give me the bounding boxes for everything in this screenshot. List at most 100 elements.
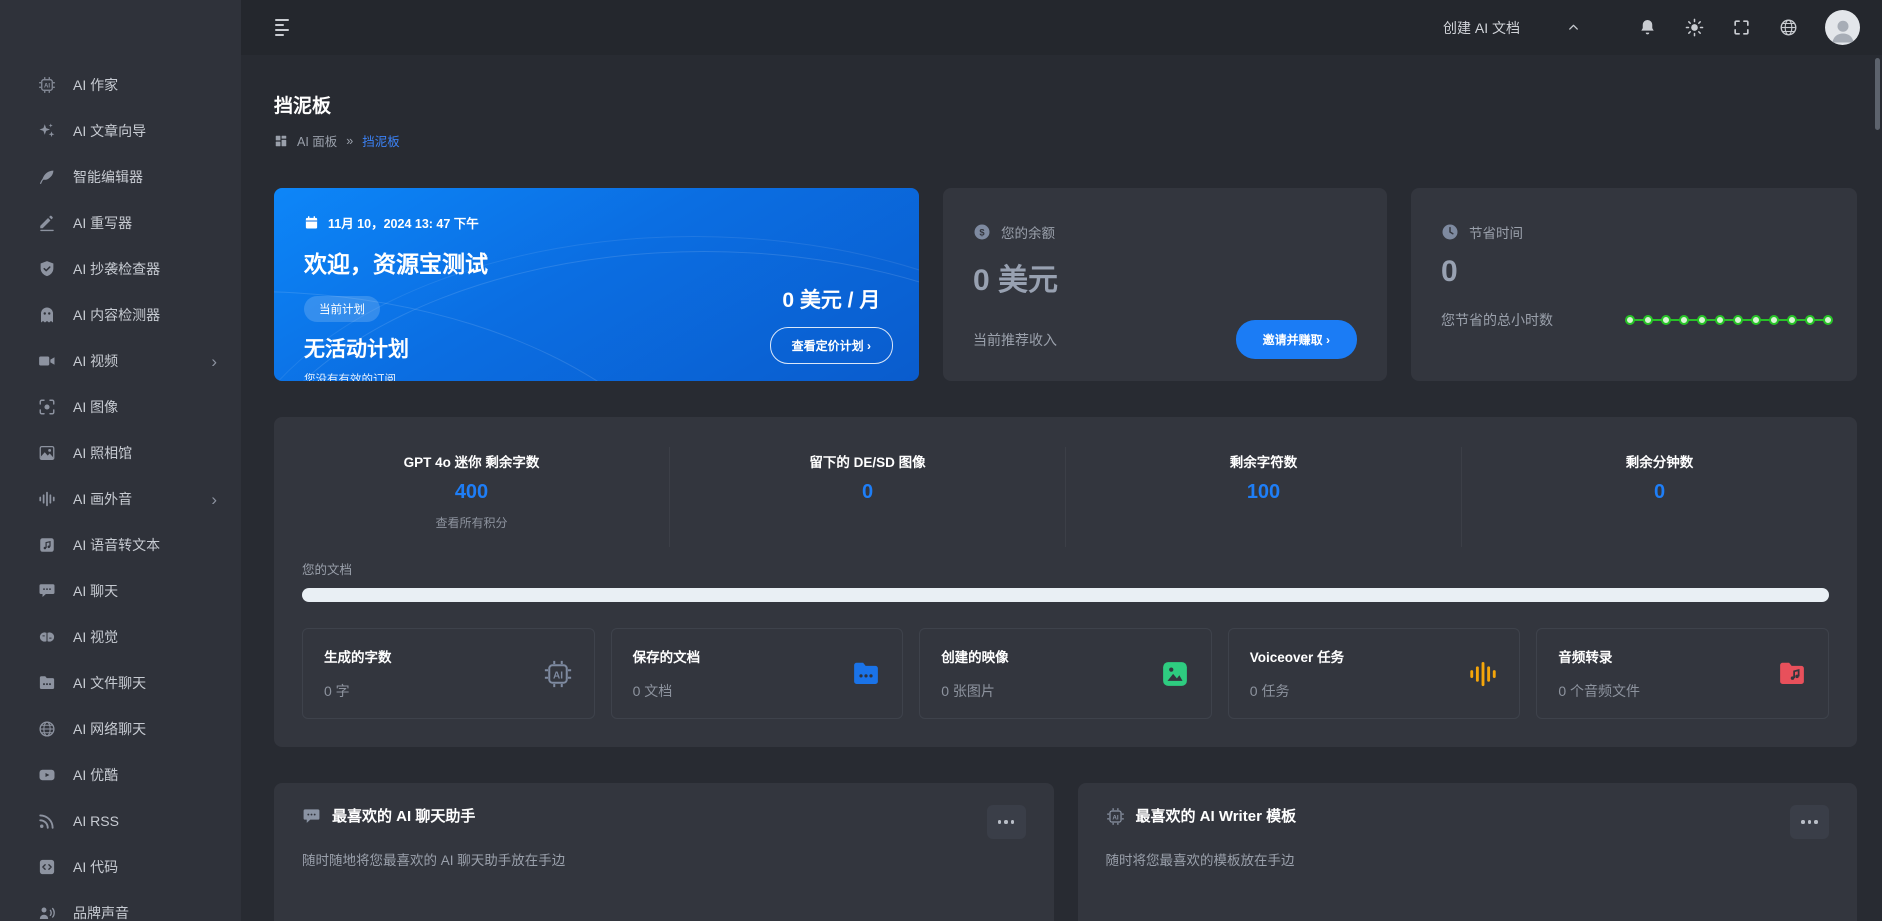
globe-icon (38, 720, 56, 738)
documents-progress-bar (302, 588, 1829, 602)
sidebar-item-voiceover[interactable]: AI 画外音 › (0, 476, 241, 522)
dollar-circle-icon: $ (973, 223, 991, 241)
photo-gallery-icon (38, 444, 56, 462)
invite-earn-button[interactable]: 邀请并赚取 › (1236, 320, 1357, 359)
main-content: 挡泥板 AI 面板 » 挡泥板 11月 10，2024 13: 47 下午 欢迎… (241, 55, 1882, 921)
usage-stats-row: GPT 4o 迷你 剩余字数 400 查看所有积分 留下的 DE/SD 图像 0… (274, 417, 1857, 553)
sidebar-toggle-button[interactable] (275, 19, 289, 36)
sidebar-item-rewriter[interactable]: AI 重写器 (0, 200, 241, 246)
sidebar-item-file-chat[interactable]: AI 文件聊天 (0, 660, 241, 706)
mini-stat-title: 生成的字数 (324, 646, 392, 666)
sidebar-item-article-wizard[interactable]: AI 文章向导 (0, 108, 241, 154)
sidebar-item-label: 品牌声音 (73, 903, 129, 921)
usage-stat-link[interactable]: 查看所有积分 (274, 514, 669, 531)
person-icon (1828, 15, 1858, 45)
breadcrumb-root[interactable]: AI 面板 (297, 131, 337, 150)
balance-title: 您的余额 (1001, 222, 1055, 242)
chat-bubble-icon (38, 582, 56, 600)
svg-text:AI: AI (44, 84, 50, 90)
favorite-card: AI 最喜欢的 AI Writer 模板 随时将您最喜欢的模板放在手边 (1078, 783, 1858, 921)
mini-stat-card: Voiceover 任务 0 任务 (1228, 628, 1521, 719)
dashboard-grid-icon (274, 134, 288, 148)
sidebar-item-brand-voice[interactable]: 品牌声音 (0, 890, 241, 921)
more-options-button[interactable] (1790, 805, 1829, 839)
breadcrumb-current[interactable]: 挡泥板 (362, 131, 400, 150)
brain-icon (38, 628, 56, 646)
video-camera-icon (38, 352, 56, 370)
audio-folder-icon (1777, 659, 1807, 689)
ai-chip-icon: AI (1106, 807, 1125, 826)
sidebar-item-photo-studio[interactable]: AI 照相馆 (0, 430, 241, 476)
sidebar-item-vision[interactable]: AI 视觉 (0, 614, 241, 660)
sidebar-item-content-detector[interactable]: AI 内容检测器 (0, 292, 241, 338)
sidebar-item-plagiarism-checker[interactable]: AI 抄袭检查器 (0, 246, 241, 292)
balance-title-row: $ 您的余额 (973, 222, 1357, 242)
time-saved-subtitle: 您节省的总小时数 (1441, 310, 1553, 330)
image-photo-icon (1160, 659, 1190, 689)
sidebar-item-label: AI 作家 (73, 75, 118, 95)
waveform-icon (38, 490, 56, 508)
create-ai-doc-dropdown[interactable]: 创建 AI 文档 (1443, 18, 1581, 38)
sidebar-item-label: AI 优酷 (73, 765, 118, 785)
usage-stat-value: 100 (1066, 481, 1461, 504)
feather-icon (38, 168, 56, 186)
robot-icon (38, 306, 56, 324)
mini-stat-value: 0 个音频文件 (1558, 681, 1640, 701)
sidebar-item-video[interactable]: AI 视频 › (0, 338, 241, 384)
sidebar-item-web-chat[interactable]: AI 网络聊天 (0, 706, 241, 752)
balance-card: $ 您的余额 0 美元 当前推荐收入 邀请并赚取 › (943, 188, 1387, 381)
theme-sun-icon[interactable] (1685, 18, 1705, 38)
usage-card: GPT 4o 迷你 剩余字数 400 查看所有积分 留下的 DE/SD 图像 0… (274, 417, 1857, 747)
sidebar-item-speech-to-text[interactable]: AI 语音转文本 (0, 522, 241, 568)
sidebar-item-image[interactable]: AI 图像 (0, 384, 241, 430)
clock-icon (1441, 223, 1459, 241)
sidebar-item-label: AI 视觉 (73, 627, 118, 647)
plan-price: 0 美元 / 月 (770, 284, 893, 314)
usage-stat-value: 400 (274, 481, 669, 504)
favorite-card-title: 最喜欢的 AI Writer 模板 (1136, 805, 1297, 826)
sidebar-item-label: AI 文件聊天 (73, 673, 146, 693)
sidebar-item-chat[interactable]: AI 聊天 (0, 568, 241, 614)
ai-chip-icon: AI (38, 76, 56, 94)
sidebar-item-smart-editor[interactable]: 智能编辑器 (0, 154, 241, 200)
more-options-button[interactable] (987, 805, 1026, 839)
time-saved-sparkline (1623, 311, 1835, 329)
mini-stat-value: 0 任务 (1250, 681, 1344, 701)
sparkles-icon (38, 122, 56, 140)
image-scan-icon (38, 398, 56, 416)
sidebar-item-label: AI 视频 (73, 351, 118, 371)
time-saved-value: 0 (1441, 255, 1827, 289)
favorite-card-title: 最喜欢的 AI 聊天助手 (332, 805, 475, 826)
time-saved-title: 节省时间 (1469, 222, 1523, 242)
rss-icon (38, 812, 56, 830)
brand-voice-icon (38, 904, 56, 921)
pencil-icon (38, 214, 56, 232)
mini-stat-value: 0 字 (324, 681, 392, 701)
favorite-card-subtitle: 随时随地将您最喜欢的 AI 聊天助手放在手边 (302, 849, 1026, 869)
language-globe-icon[interactable] (1779, 18, 1799, 38)
page-scrollbar[interactable] (1875, 58, 1880, 130)
welcome-date-row: 11月 10，2024 13: 47 下午 (304, 213, 889, 232)
user-avatar[interactable] (1825, 10, 1860, 45)
sidebar-item-label: AI 图像 (73, 397, 118, 417)
sidebar-item-rss[interactable]: AI RSS (0, 798, 241, 844)
balance-subtitle: 当前推荐收入 (973, 330, 1057, 350)
sidebar: AI AI 作家 AI 文章向导 智能编辑器 AI 重写器 AI 抄袭检查器 A… (0, 0, 241, 921)
usage-stat-column: 剩余分钟数 0 (1462, 447, 1857, 547)
fullscreen-icon[interactable] (1732, 18, 1752, 38)
sidebar-item-youtube[interactable]: AI 优酷 (0, 752, 241, 798)
shield-check-icon (38, 260, 56, 278)
balance-amount: 0 美元 (973, 255, 1357, 299)
sidebar-item-code[interactable]: AI 代码 (0, 844, 241, 890)
sidebar-item-label: AI 照相馆 (73, 443, 132, 463)
mini-stat-title: Voiceover 任务 (1250, 646, 1344, 666)
mini-stat-card: 创建的映像 0 张图片 (919, 628, 1212, 719)
notifications-bell-icon[interactable] (1638, 18, 1658, 38)
app-root: AI AI 作家 AI 文章向导 智能编辑器 AI 重写器 AI 抄袭检查器 A… (0, 0, 1882, 921)
sidebar-item-writer[interactable]: AI AI 作家 (0, 62, 241, 108)
view-pricing-button[interactable]: 查看定价计划 › (770, 327, 893, 364)
favorite-card: 最喜欢的 AI 聊天助手 随时随地将您最喜欢的 AI 聊天助手放在手边 (274, 783, 1054, 921)
sidebar-item-label: AI 文章向导 (73, 121, 146, 141)
time-saved-card: 节省时间 0 您节省的总小时数 (1411, 188, 1857, 381)
breadcrumb-separator: » (346, 134, 353, 148)
